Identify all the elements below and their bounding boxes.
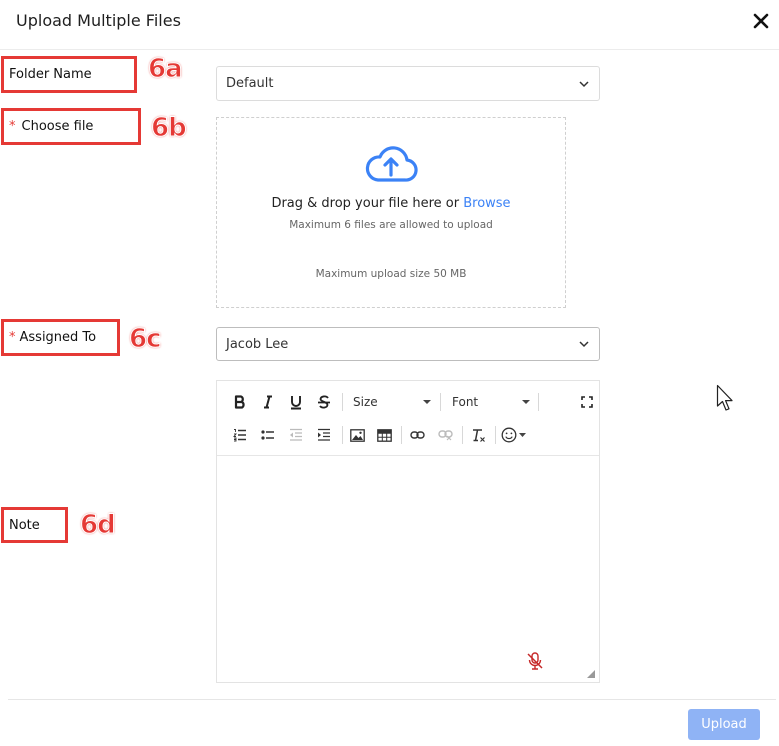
assigned-to-label: * Assigned To — [1, 319, 120, 356]
font-size-dropdown[interactable]: Size — [353, 391, 433, 413]
font-family-dropdown[interactable]: Font — [452, 391, 532, 413]
toolbar-separator — [342, 426, 343, 444]
chevron-down-icon — [579, 80, 589, 87]
indent-icon — [318, 428, 330, 441]
resize-handle[interactable] — [587, 670, 595, 678]
footer-divider — [8, 699, 776, 700]
toolbar-separator — [342, 393, 343, 411]
bold-button[interactable] — [231, 391, 249, 413]
caret-down-icon — [519, 433, 526, 437]
annotation-6d: 6d — [80, 510, 117, 541]
ordered-list-button[interactable] — [231, 424, 249, 446]
fullscreen-button[interactable] — [577, 391, 597, 413]
toolbar-separator — [401, 426, 402, 444]
upload-button[interactable]: Upload — [688, 709, 760, 740]
toolbar-separator — [538, 393, 539, 411]
caret-down-icon — [522, 400, 530, 404]
italic-icon — [264, 395, 272, 409]
font-family-label: Font — [452, 395, 479, 409]
folder-name-label-text: Folder Name — [9, 67, 92, 82]
close-button[interactable] — [752, 12, 770, 30]
toolbar-separator — [495, 426, 496, 444]
dialog-header: Upload Multiple Files — [0, 0, 779, 50]
note-editor: Size Font — [216, 380, 600, 683]
strikethrough-icon — [318, 395, 330, 408]
strikethrough-button[interactable] — [315, 391, 333, 413]
indent-button[interactable] — [315, 424, 333, 446]
image-icon — [349, 428, 365, 442]
annotation-6b: 6b — [151, 113, 188, 144]
outdent-icon — [290, 428, 302, 441]
emoji-icon — [501, 427, 517, 443]
table-icon — [376, 428, 392, 442]
clear-format-icon — [472, 428, 485, 442]
editor-toolbar: Size Font — [217, 381, 599, 456]
note-text-area[interactable] — [217, 457, 599, 682]
folder-select[interactable]: Default — [216, 66, 600, 101]
italic-button[interactable] — [259, 391, 277, 413]
note-label-text: Note — [9, 517, 40, 533]
toolbar-separator — [462, 426, 463, 444]
folder-select-value: Default — [226, 76, 274, 91]
link-icon — [409, 431, 425, 439]
outdent-button[interactable] — [287, 424, 305, 446]
close-icon — [753, 13, 769, 29]
dropzone-size-text: Maximum upload size 50 MB — [315, 268, 467, 280]
bullet-list-button[interactable] — [259, 424, 277, 446]
annotation-6a: 6a — [148, 54, 184, 85]
bullet-list-icon — [261, 430, 274, 440]
bold-icon — [234, 395, 245, 409]
mouse-cursor-icon — [716, 384, 733, 411]
dropzone-instruction: Drag & drop your file here or — [271, 196, 464, 211]
clear-format-button[interactable] — [469, 424, 487, 446]
ordered-list-icon — [233, 429, 246, 442]
cloud-upload-icon — [365, 146, 418, 182]
font-size-label: Size — [353, 395, 378, 409]
insert-table-button[interactable] — [375, 424, 393, 446]
annotation-6c: 6c — [129, 324, 162, 355]
toolbar-separator — [440, 393, 441, 411]
unlink-button[interactable] — [436, 424, 454, 446]
chevron-down-icon — [579, 341, 589, 348]
required-mark: * — [9, 330, 16, 345]
assigned-to-value: Jacob Lee — [226, 336, 289, 352]
choose-file-label: * Choose file — [1, 108, 141, 145]
dropzone-main-text: Drag & drop your file here or Browse — [217, 196, 565, 211]
fullscreen-icon — [581, 396, 593, 408]
note-label: Note — [1, 507, 68, 543]
assigned-to-select[interactable]: Jacob Lee — [216, 327, 600, 361]
underline-icon — [291, 395, 301, 409]
choose-file-label-text: Choose file — [21, 119, 94, 134]
underline-button[interactable] — [287, 391, 305, 413]
unlink-icon — [437, 430, 453, 441]
caret-down-icon — [423, 400, 431, 404]
assigned-to-label-text: Assigned To — [19, 330, 97, 345]
required-mark: * — [9, 119, 16, 134]
insert-link-button[interactable] — [408, 424, 426, 446]
folder-name-label: Folder Name — [1, 56, 137, 93]
emoji-button[interactable] — [501, 424, 529, 446]
dialog-title: Upload Multiple Files — [16, 11, 181, 30]
insert-image-button[interactable] — [348, 424, 366, 446]
file-dropzone[interactable]: Drag & drop your file here or Browse Max… — [216, 117, 566, 308]
browse-link[interactable]: Browse — [463, 196, 510, 211]
dropzone-limit-text: Maximum 6 files are allowed to upload — [289, 219, 493, 231]
microphone-muted-icon[interactable] — [525, 651, 545, 671]
